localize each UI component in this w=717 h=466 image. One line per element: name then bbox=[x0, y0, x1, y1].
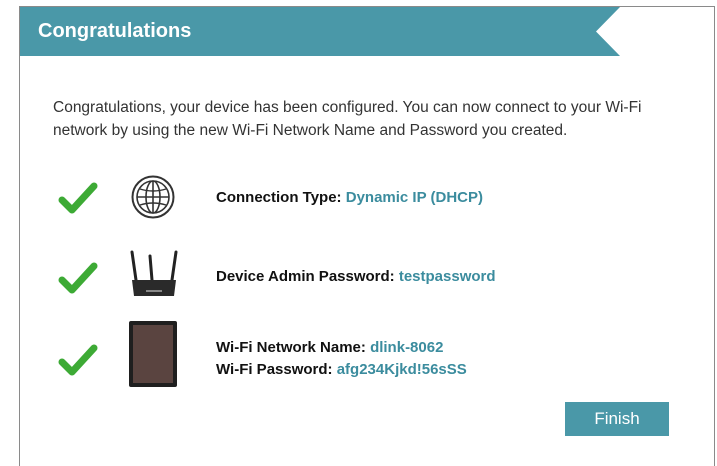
wifi-name-label: Wi-Fi Network Name: bbox=[216, 339, 366, 356]
intro-text: Congratulations, your device has been co… bbox=[53, 99, 642, 139]
wifi-password-label: Wi-Fi Password: bbox=[216, 361, 333, 378]
header-banner: Congratulations bbox=[20, 7, 635, 56]
tablet-icon bbox=[129, 321, 177, 387]
connection-type-label: Connection Type: bbox=[216, 189, 342, 206]
check-icon bbox=[58, 344, 98, 376]
check-icon bbox=[58, 262, 98, 294]
dialog-frame bbox=[19, 6, 715, 466]
connection-type-value: Dynamic IP (DHCP) bbox=[345, 189, 483, 206]
page-title: Congratulations bbox=[38, 20, 192, 42]
admin-password: Device Admin Password: testpassword bbox=[216, 266, 496, 288]
admin-password-label: Device Admin Password: bbox=[216, 268, 395, 285]
globe-icon bbox=[131, 175, 175, 219]
finish-button[interactable]: Finish bbox=[565, 402, 669, 436]
wifi-password-value: afg234Kjkd!56sSS bbox=[336, 361, 467, 378]
wifi-name-value: dlink-8062 bbox=[370, 339, 444, 356]
router-icon bbox=[130, 250, 178, 296]
admin-password-value: testpassword bbox=[398, 268, 496, 285]
connection-type: Connection Type: Dynamic IP (DHCP) bbox=[216, 187, 483, 209]
wifi-credentials: Wi-Fi Network Name: dlink-8062 Wi-Fi Pas… bbox=[216, 337, 467, 381]
check-icon bbox=[58, 182, 98, 214]
